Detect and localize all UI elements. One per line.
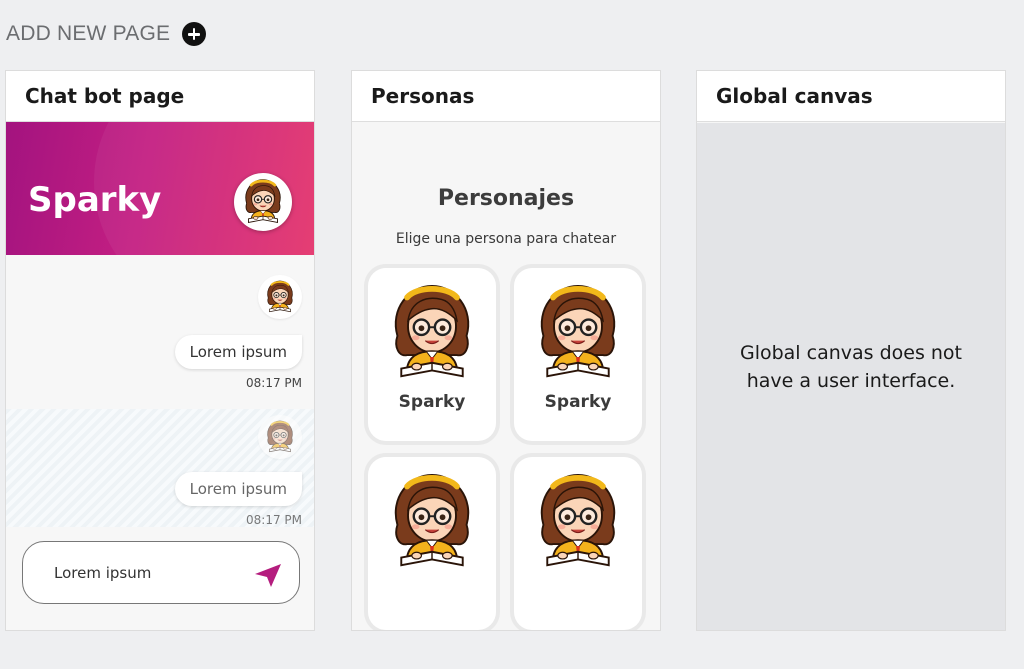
- chat-input-value: Lorem ipsum: [54, 563, 152, 582]
- chat-message-bubble: Lorem ipsum: [174, 335, 302, 369]
- persona-avatar-icon: [530, 280, 626, 386]
- personas-card[interactable]: Personas Personajes Elige una persona pa…: [351, 70, 661, 631]
- persona-name: Sparky: [544, 392, 612, 412]
- persona-option[interactable]: Sparky: [368, 268, 496, 441]
- sparky-avatar-icon: [239, 177, 287, 227]
- sparky-avatar-icon: [263, 279, 297, 315]
- global-canvas-card[interactable]: Global canvas Global canvas does not hav…: [696, 70, 1006, 631]
- persona-avatar-icon: [384, 280, 480, 386]
- hero-title: Sparky: [28, 180, 162, 220]
- chat-input-field[interactable]: Lorem ipsum: [22, 541, 300, 604]
- message-timestamp: 08:17 PM: [246, 513, 302, 527]
- bot-avatar: [234, 173, 292, 231]
- persona-option[interactable]: Sparky: [514, 268, 642, 441]
- persona-name: Sparky: [398, 392, 466, 412]
- chat-bot-page-card[interactable]: Chat bot page Sparky Lorem ipsum 08:17 P…: [5, 70, 315, 631]
- add-new-page-bar: ADD NEW PAGE: [6, 22, 207, 46]
- message-avatar: [258, 415, 302, 459]
- personas-subtitle: Elige una persona para chatear: [395, 231, 617, 247]
- global-canvas-message: Global canvas does not have a user inter…: [739, 341, 963, 392]
- send-arrow-icon[interactable]: [253, 562, 283, 588]
- persona-option[interactable]: [514, 457, 642, 630]
- sparky-avatar-icon: [263, 419, 297, 455]
- chat-hero-banner: Sparky: [6, 122, 314, 255]
- persona-avatar-icon: [384, 469, 480, 575]
- chat-message-bubble: Lorem ipsum: [174, 472, 302, 506]
- card-title: Personas: [352, 71, 660, 122]
- plus-circle-icon[interactable]: [182, 22, 207, 46]
- global-canvas-body: Global canvas does not have a user inter…: [697, 123, 1005, 630]
- persona-option[interactable]: [368, 457, 496, 630]
- message-avatar: [258, 275, 302, 319]
- add-new-page-label: ADD NEW PAGE: [6, 22, 171, 45]
- card-title: Chat bot page: [6, 71, 314, 122]
- personas-heading: Personajes: [437, 186, 575, 211]
- chat-messages-area: Lorem ipsum 08:17 PM Lorem ipsum 08:17 P…: [6, 255, 314, 630]
- persona-grid: Sparky Sparky: [368, 268, 644, 630]
- card-title: Global canvas: [697, 71, 1005, 122]
- message-timestamp: 08:17 PM: [246, 376, 302, 390]
- persona-avatar-icon: [530, 469, 626, 575]
